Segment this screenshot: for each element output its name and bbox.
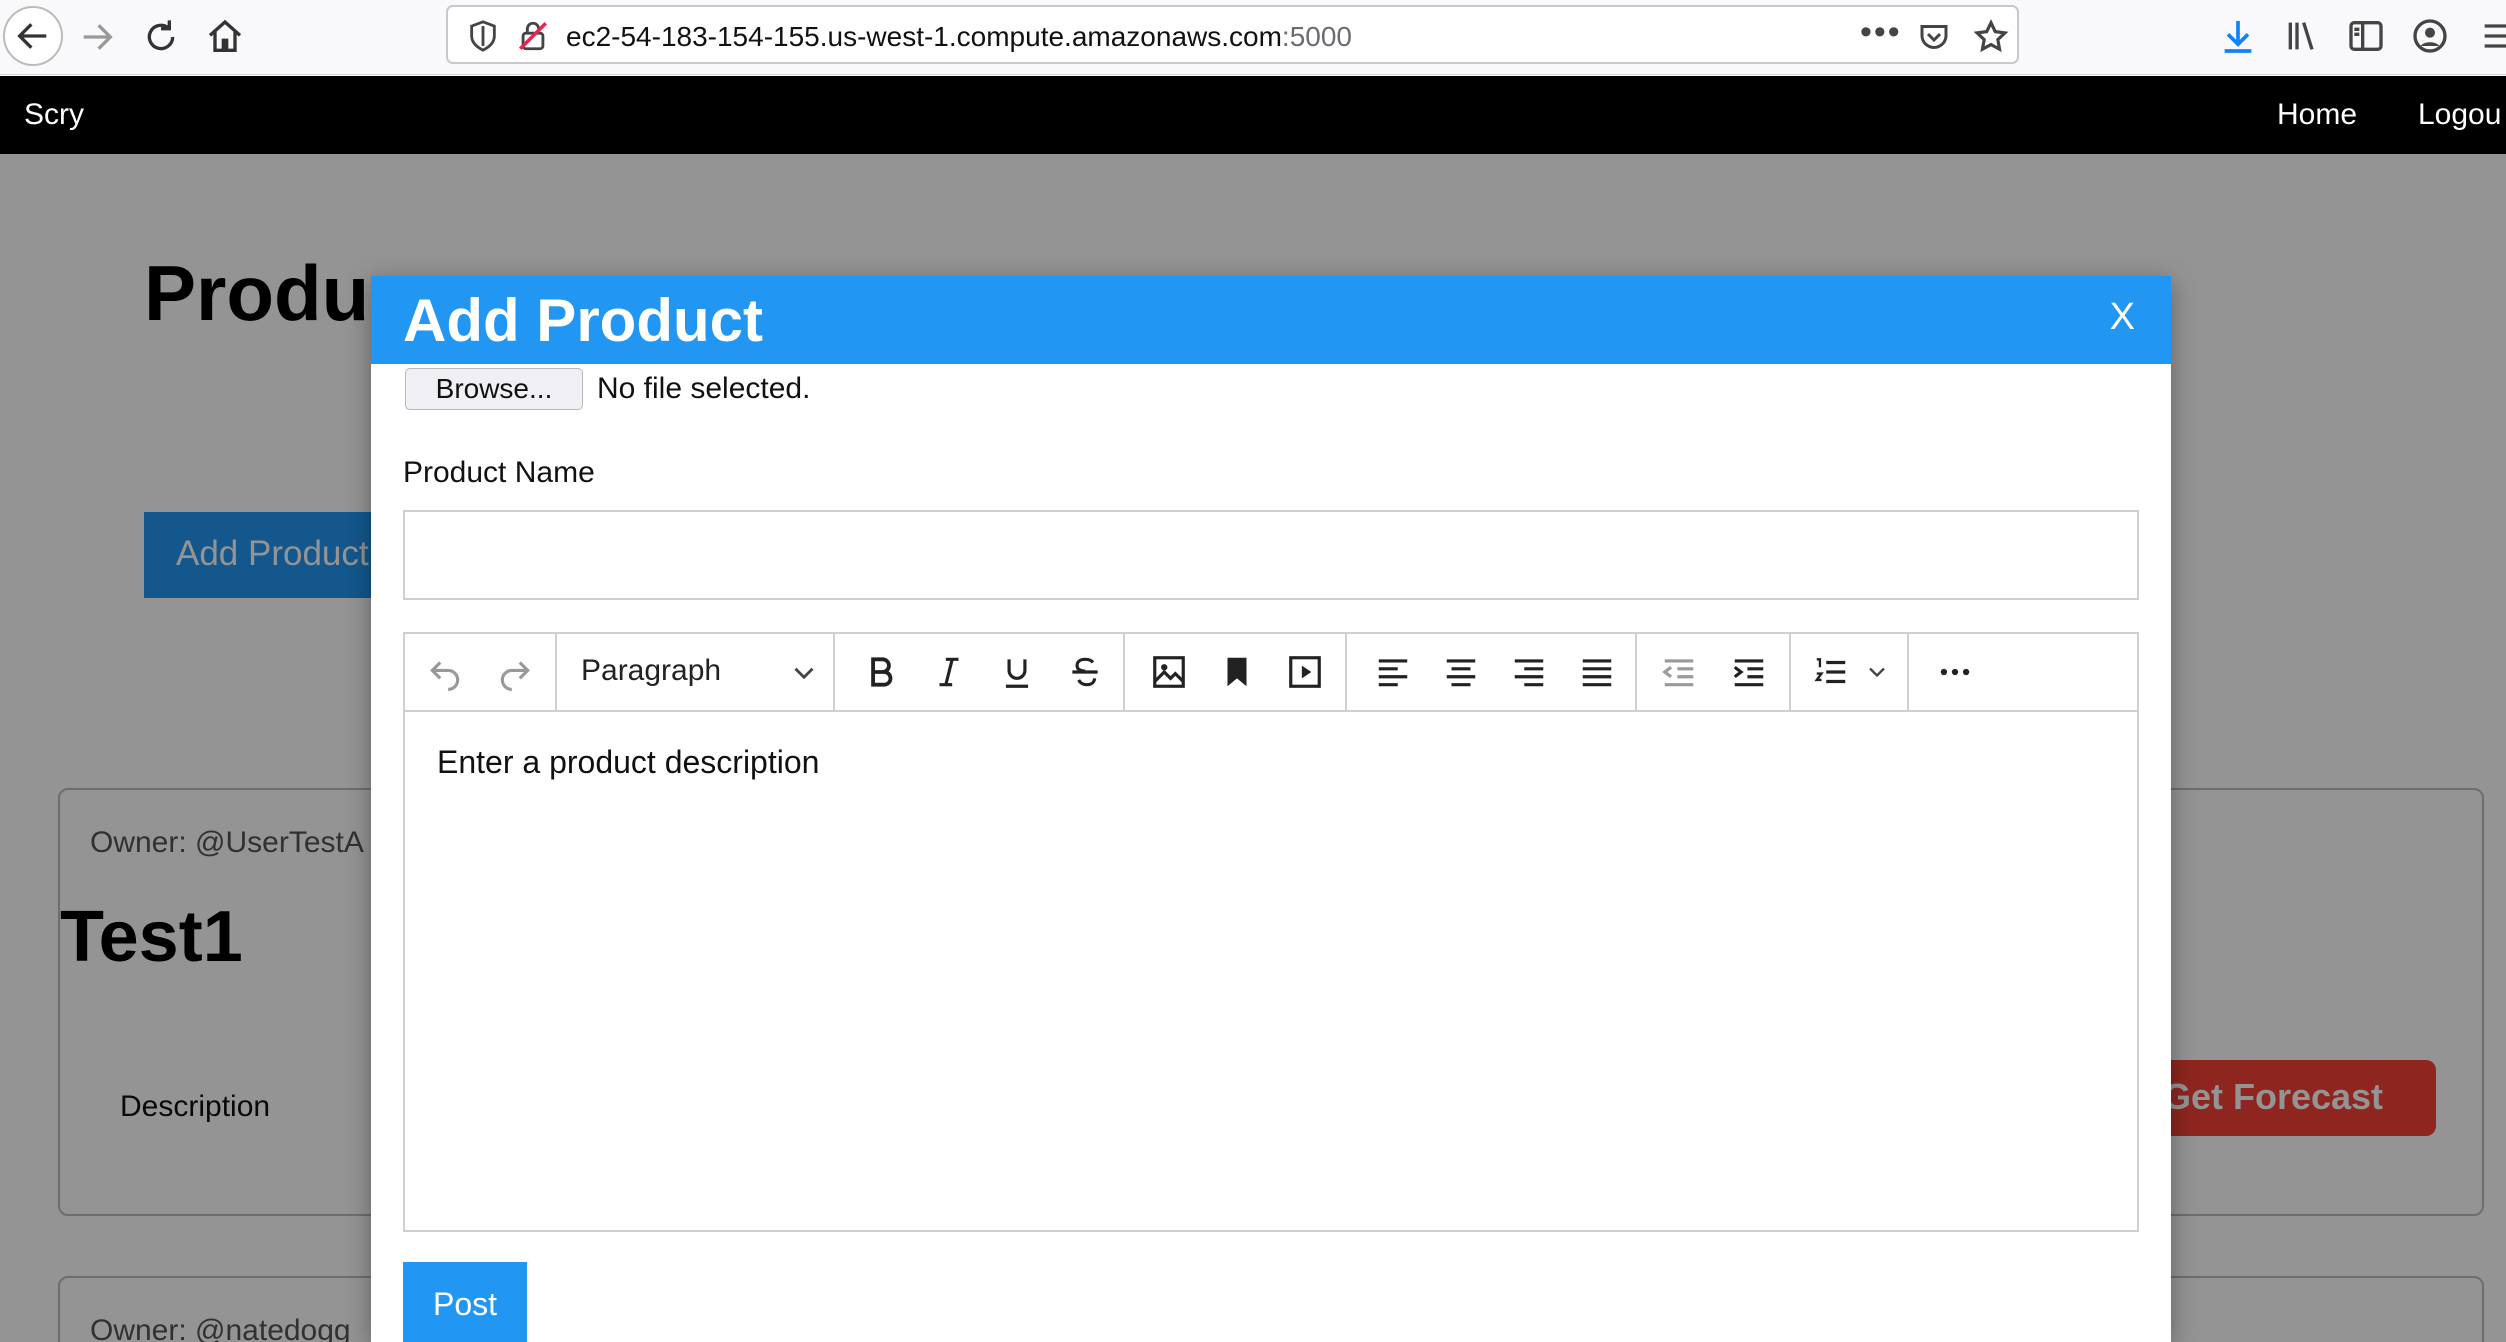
forward-icon <box>83 24 113 50</box>
indent-group <box>1637 634 1791 710</box>
shield-icon[interactable] <box>466 19 500 53</box>
list-group <box>1791 634 1909 710</box>
pocket-icon[interactable] <box>1916 19 1952 55</box>
brand-link[interactable]: Scry <box>24 98 84 132</box>
insecure-lock-icon[interactable] <box>516 19 550 53</box>
italic-button[interactable] <box>923 648 975 696</box>
file-status: No file selected. <box>597 372 811 405</box>
menu-icon[interactable] <box>2478 16 2506 56</box>
insert-group <box>1125 634 1347 710</box>
list-options-button[interactable] <box>1857 648 1897 696</box>
browser-toolbar: ec2-54-183-154-155.us-west-1.compute.ama… <box>0 0 2506 75</box>
redo-icon <box>500 661 530 691</box>
nav-logout-link[interactable]: Logou <box>2418 98 2501 132</box>
home-icon <box>208 19 242 52</box>
sidebar-icon[interactable] <box>2346 16 2386 56</box>
indent-icon <box>1733 659 1764 687</box>
chevron-down-icon[interactable] <box>787 656 821 690</box>
chevron-down-icon <box>1869 667 1885 678</box>
align-right-icon <box>1514 659 1544 687</box>
top-navbar: Scry Home Logou <box>0 76 2506 154</box>
url-port: :5000 <box>1281 21 1352 52</box>
alignment-group <box>1347 634 1637 710</box>
nav-home-link[interactable]: Home <box>2277 98 2357 132</box>
block-format-select[interactable]: Paragraph <box>581 654 721 688</box>
undo-icon <box>430 661 460 691</box>
modal-close-button[interactable]: X <box>2110 296 2135 339</box>
bookmark-star-icon[interactable] <box>1972 18 2010 56</box>
back-icon <box>17 23 47 49</box>
justify-icon <box>1582 659 1612 687</box>
url-host: ec2-54-183-154-155.us-west-1.compute.ama… <box>566 21 1282 52</box>
more-icon <box>1940 668 1970 676</box>
url-text[interactable]: ec2-54-183-154-155.us-west-1.compute.ama… <box>566 21 1352 53</box>
editor-toolbar: Paragraph <box>405 634 2137 712</box>
underline-icon <box>1005 659 1029 688</box>
bookmark-icon <box>1227 657 1247 687</box>
strikethrough-button[interactable] <box>1059 648 1111 696</box>
justify-button[interactable] <box>1571 648 1623 696</box>
indent-button[interactable] <box>1723 648 1775 696</box>
insert-media-button[interactable] <box>1279 648 1331 696</box>
post-button[interactable]: Post <box>403 1262 527 1342</box>
add-product-modal: Add Product X Browse... No file selected… <box>371 276 2171 1342</box>
image-icon <box>1153 656 1185 688</box>
more-tools-button[interactable] <box>1929 648 1981 696</box>
align-left-icon <box>1378 659 1408 687</box>
address-bar[interactable]: ec2-54-183-154-155.us-west-1.compute.ama… <box>446 5 2019 64</box>
more-dots-icon[interactable]: ••• <box>1860 13 1902 52</box>
numbered-list-icon <box>1814 658 1846 684</box>
media-icon <box>1289 656 1321 688</box>
editor-placeholder[interactable]: Enter a product description <box>437 744 819 781</box>
reload-icon <box>147 20 175 51</box>
bold-icon <box>871 657 893 687</box>
page: Scry Home Logou Produc Add Product Owner… <box>0 76 2506 1342</box>
numbered-list-button[interactable] <box>1805 648 1857 696</box>
outdent-button[interactable] <box>1653 648 1705 696</box>
align-right-button[interactable] <box>1503 648 1555 696</box>
underline-button[interactable] <box>991 648 1043 696</box>
outdent-icon <box>1662 659 1694 687</box>
back-button[interactable] <box>3 6 63 66</box>
text-style-group <box>835 634 1125 710</box>
description-editor: Paragraph Enter a product description <box>403 632 2139 1232</box>
file-browse-button[interactable]: Browse... <box>405 368 583 410</box>
product-name-label: Product Name <box>403 456 595 489</box>
modal-header: Add Product X <box>371 276 2171 364</box>
reload-button[interactable] <box>132 8 190 66</box>
align-center-button[interactable] <box>1435 648 1487 696</box>
account-icon[interactable] <box>2410 16 2450 56</box>
redo-button[interactable] <box>489 648 541 696</box>
insert-bookmark-button[interactable] <box>1211 648 1263 696</box>
align-center-icon <box>1446 659 1476 687</box>
bold-button[interactable] <box>855 648 907 696</box>
modal-title: Add Product <box>403 287 763 354</box>
insert-image-button[interactable] <box>1143 648 1195 696</box>
undo-button[interactable] <box>419 648 471 696</box>
library-icon[interactable] <box>2282 16 2322 56</box>
strikethrough-icon <box>1072 657 1098 687</box>
format-group: Paragraph <box>557 634 835 710</box>
forward-button[interactable] <box>68 8 126 66</box>
download-icon[interactable] <box>2218 16 2258 56</box>
history-group <box>405 634 557 710</box>
home-button[interactable] <box>196 8 254 66</box>
italic-icon <box>939 657 959 687</box>
product-name-input[interactable] <box>403 510 2139 600</box>
align-left-button[interactable] <box>1367 648 1419 696</box>
